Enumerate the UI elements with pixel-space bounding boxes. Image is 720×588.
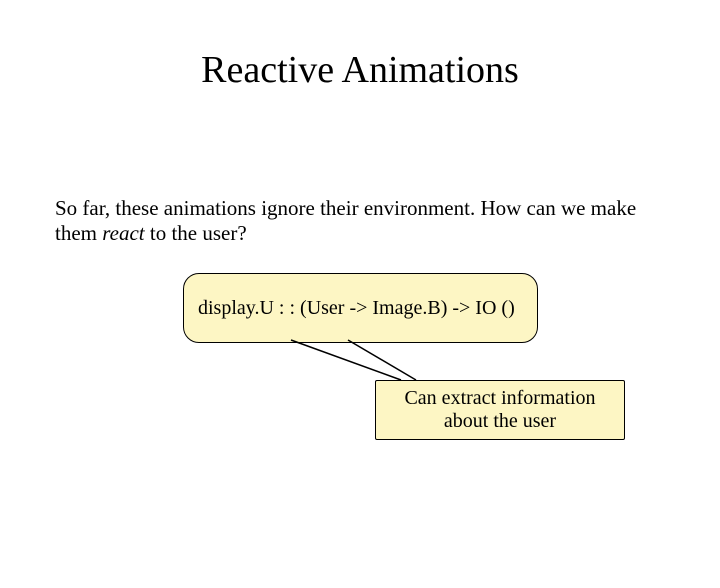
body-paragraph: So far, these animations ignore their en… — [55, 196, 655, 246]
callout-text: Can extract information about the user — [384, 387, 616, 433]
code-text: display.U : : (User -> Image.B) -> IO () — [198, 297, 515, 320]
slide: Reactive Animations So far, these animat… — [0, 48, 720, 588]
slide-title: Reactive Animations — [0, 48, 720, 92]
callout-box: Can extract information about the user — [375, 380, 625, 440]
body-text-emphasis: react — [102, 221, 144, 245]
body-text-post: to the user? — [145, 221, 247, 245]
code-box: display.U : : (User -> Image.B) -> IO () — [183, 273, 538, 343]
